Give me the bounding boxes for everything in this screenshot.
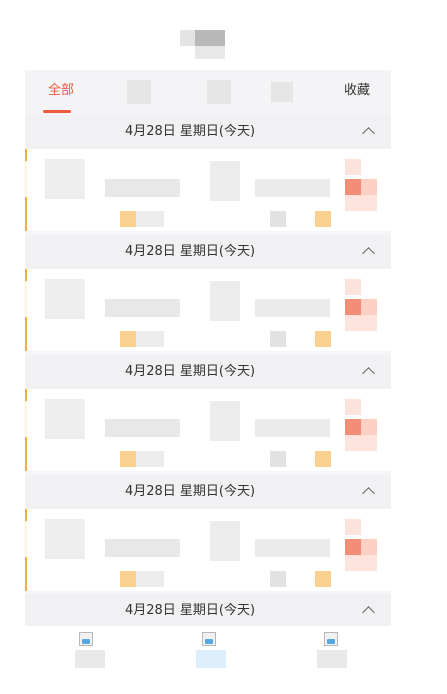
chevron-up-icon[interactable]: [362, 127, 375, 140]
chevron-up-icon[interactable]: [362, 606, 375, 619]
tab-favorites[interactable]: 收藏: [331, 70, 383, 114]
app-screen: 全部 收藏 4月28日 星期日(今天) 4月28日 星期日(今天) 4月28日 …: [25, 20, 391, 674]
tab-3[interactable]: [193, 70, 245, 114]
date-section-header[interactable]: 4月28日 星期日(今天): [25, 115, 391, 149]
schedule-card[interactable]: [25, 389, 391, 471]
bottom-tab-2-label: [196, 650, 226, 668]
schedule-card[interactable]: [25, 509, 391, 591]
schedule-card[interactable]: [25, 149, 391, 231]
chevron-up-icon[interactable]: [362, 247, 375, 260]
tab-all-label: 全部: [47, 83, 74, 98]
bottom-tab-3-label: [317, 650, 347, 668]
tab-all[interactable]: 全部: [35, 70, 87, 114]
section-date: 4月28日 星期日(今天): [124, 244, 256, 259]
section-date: 4月28日 星期日(今天): [124, 603, 256, 618]
bottom-tab-3[interactable]: [271, 626, 391, 674]
broken-image-icon: [324, 632, 338, 646]
chevron-up-icon[interactable]: [362, 367, 375, 380]
schedule-card[interactable]: [25, 269, 391, 351]
section-date: 4月28日 星期日(今天): [124, 364, 256, 379]
date-section-header[interactable]: 4月28日 星期日(今天): [25, 475, 391, 509]
broken-image-icon: [202, 632, 216, 646]
bottom-tab-1-label: [75, 650, 105, 668]
section-date: 4月28日 星期日(今天): [124, 124, 256, 139]
date-section-header[interactable]: 4月28日 星期日(今天): [25, 235, 391, 269]
tab-active-indicator: [43, 110, 71, 113]
chevron-up-icon[interactable]: [362, 487, 375, 500]
tab-2[interactable]: [115, 70, 165, 114]
category-tabs: 全部 收藏: [25, 70, 391, 114]
bottom-tab-bar: [25, 626, 391, 674]
tab-4[interactable]: [263, 70, 313, 114]
section-date: 4月28日 星期日(今天): [124, 484, 256, 499]
tab-favorites-label: 收藏: [343, 83, 370, 98]
date-section-header[interactable]: 4月28日 星期日(今天): [25, 594, 391, 628]
bottom-tab-1[interactable]: [25, 626, 145, 674]
page-title-redacted: [180, 30, 226, 60]
bottom-tab-2[interactable]: [148, 626, 268, 674]
broken-image-icon: [79, 632, 93, 646]
nav-header: [25, 20, 391, 70]
date-section-header[interactable]: 4月28日 星期日(今天): [25, 355, 391, 389]
